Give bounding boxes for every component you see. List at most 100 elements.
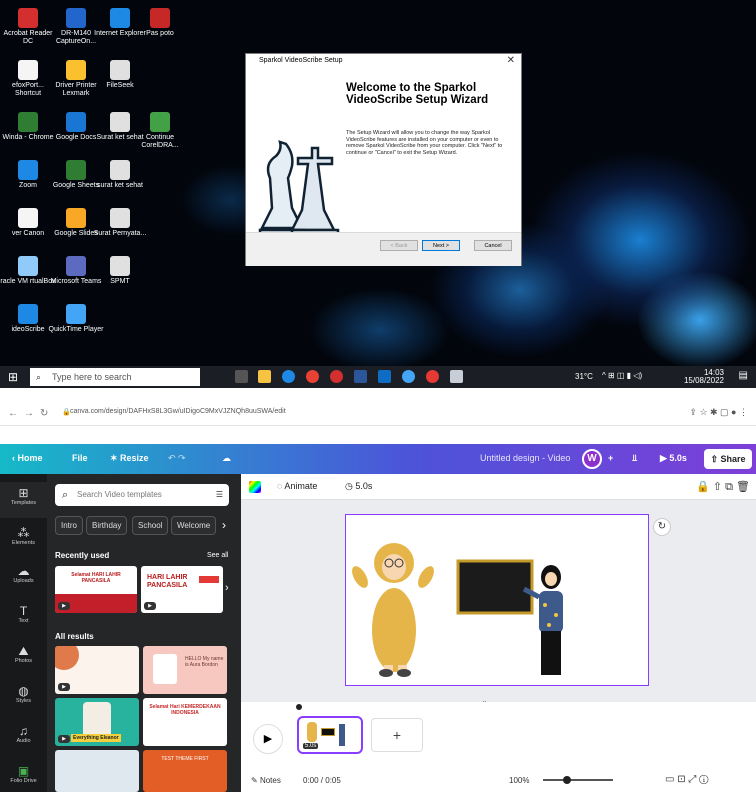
editor-toolbar: ◌ Animate ◷ 5.0s 🔒 ⇧ ⧉ 🗑: [241, 474, 756, 500]
word-icon[interactable]: [354, 370, 367, 383]
rail-elements[interactable]: ⁂ Elements: [0, 526, 47, 546]
rail-styles[interactable]: ◍ Styles: [0, 684, 47, 704]
desktop-icon-label: surat ket sehat: [97, 182, 143, 189]
refresh-icon[interactable]: ↻: [653, 518, 671, 536]
desktop-icon[interactable]: Continue CorelDRA...: [132, 112, 188, 150]
app-icon: [110, 160, 130, 180]
result-thumb-6[interactable]: TEST THEME FIRST: [143, 750, 227, 792]
page-actions-icons[interactable]: 🔒 ⇧ ⧉ 🗑: [696, 480, 750, 494]
play-button[interactable]: ▶ 5.0s: [660, 453, 687, 464]
file-menu[interactable]: File: [72, 453, 88, 463]
play-icon: ▶: [58, 683, 70, 691]
template-search-input[interactable]: ⌕ Search Video templates ☰: [55, 484, 229, 506]
cloud-save-icon[interactable]: ☁: [222, 453, 231, 464]
result-thumb-4[interactable]: Selamat Hari KEMERDEKAAN INDONESIA: [143, 698, 227, 746]
result-thumb-3[interactable]: Everything Eleanor ▶: [55, 698, 139, 746]
taskbar-search[interactable]: ⌕ Type here to search: [30, 368, 200, 386]
next-button[interactable]: Next >: [422, 240, 460, 251]
filter-icon[interactable]: ☰: [216, 484, 223, 506]
result-thumb-2[interactable]: HELLO My name is Aura Bordon: [143, 646, 227, 694]
app-icon: [110, 112, 130, 132]
app4-icon[interactable]: [426, 370, 439, 383]
share-button[interactable]: ⇧ Share: [704, 449, 752, 469]
recent-thumb-1[interactable]: Selamat HARI LAHIR PANCASILA ▶: [55, 566, 137, 613]
animate-button[interactable]: ◌ Animate: [277, 481, 317, 491]
view-controls-icons[interactable]: ▭ ⊡ ⤢ ⓘ: [665, 774, 709, 785]
taskbar: ⊞ ⌕ Type here to search 31°C ^ ⊞ ◫ ▮ ◁) …: [0, 366, 756, 388]
design-title[interactable]: Untitled design - Video: [480, 453, 570, 463]
rail-folio-drive[interactable]: ▣ Folio Drive: [0, 764, 47, 784]
add-people-icon[interactable]: +: [608, 453, 613, 463]
notification-icon[interactable]: ▤: [739, 370, 748, 381]
play-icon: ▶: [144, 602, 156, 610]
close-icon[interactable]: ✕: [507, 55, 515, 66]
add-page-button[interactable]: +: [371, 718, 423, 752]
editor-workarea: ◌ Animate ◷ 5.0s 🔒 ⇧ ⧉ 🗑 ↻ ⌄ ▶ 5.0s + ✎ …: [241, 474, 756, 792]
app3-icon[interactable]: [402, 370, 415, 383]
setup-dialog: Sparkol VideoScribe Setup ✕ Welcome to t…: [245, 53, 522, 266]
timeline-clip[interactable]: 5.0s: [297, 716, 363, 754]
recent-thumb-2[interactable]: HARI LAHIR PANCASILA ▶: [141, 566, 223, 613]
desktop-icon[interactable]: QuickTime Player: [48, 304, 104, 334]
app-icon: [18, 256, 38, 276]
zoom-slider-handle[interactable]: [563, 776, 571, 784]
dialog-body: Welcome to the Sparkol VideoScribe Setup…: [246, 68, 521, 240]
play-icon: ▶: [58, 602, 70, 610]
app-icon[interactable]: [330, 370, 343, 383]
windows-start-icon[interactable]: ⊞: [8, 370, 18, 384]
cancel-button[interactable]: Cancel: [474, 240, 512, 251]
rail-text[interactable]: T Text: [0, 604, 47, 624]
zoom-level[interactable]: 100%: [509, 776, 529, 785]
chrome-icon[interactable]: [306, 370, 319, 383]
app2-icon[interactable]: [378, 370, 391, 383]
undo-redo-icons[interactable]: ↶ ↷: [168, 453, 186, 464]
back-button[interactable]: < Back: [380, 240, 418, 251]
home-button[interactable]: ‹ Home: [12, 453, 43, 463]
dialog-heading: Welcome to the Sparkol VideoScribe Setup…: [346, 82, 489, 106]
result-thumb-1[interactable]: ▶: [55, 646, 139, 694]
chevron-right-icon[interactable]: ›: [225, 582, 229, 594]
chip-school[interactable]: School: [132, 516, 169, 535]
rail-audio[interactable]: ♫ Audio: [0, 724, 47, 744]
desktop-icon[interactable]: SPMT: [92, 256, 148, 286]
nav-buttons[interactable]: ←→↻: [8, 408, 54, 419]
blackboard: [456, 559, 534, 615]
timeline-play-button[interactable]: ▶: [253, 724, 283, 754]
desktop-icon[interactable]: surat ket sehat: [92, 160, 148, 190]
thumb-text: HARI LAHIR PANCASILA: [147, 574, 188, 589]
task-view-icon[interactable]: [235, 370, 248, 383]
browser-actions-icons[interactable]: ⇪ ☆ ✱ ▢ ● ⋮: [689, 407, 748, 418]
weather-text[interactable]: 31°C: [575, 372, 593, 381]
url-text[interactable]: canva.com/design/DAFHxS8L3Gw/uIDigoC9MxV…: [70, 408, 286, 415]
chip-welcome[interactable]: Welcome: [171, 516, 217, 535]
duration-button[interactable]: ◷ 5.0s: [345, 481, 372, 492]
rail-templates[interactable]: ⊞ Templates: [0, 482, 47, 518]
app-icon: [110, 8, 130, 28]
resize-button[interactable]: ✶ Resize: [110, 453, 149, 464]
desktop-icon[interactable]: Surat Pernyata...: [92, 208, 148, 238]
app-icon: [150, 8, 170, 28]
insights-icon[interactable]: ⫫: [632, 453, 637, 464]
desktop-icon[interactable]: Pas poto: [132, 8, 188, 38]
edge-icon[interactable]: [282, 370, 295, 383]
app-icon: [110, 256, 130, 276]
desktop-icon[interactable]: FileSeek: [92, 60, 148, 90]
zoom-slider[interactable]: [543, 776, 613, 784]
notes-button[interactable]: ✎ Notes: [251, 776, 281, 785]
chevron-right-icon[interactable]: ›: [222, 518, 226, 532]
chip-birthday[interactable]: Birthday: [86, 516, 128, 535]
playhead[interactable]: [296, 704, 302, 710]
app5-icon[interactable]: [450, 370, 463, 383]
rail-uploads[interactable]: ☁ Uploads: [0, 564, 47, 584]
design-canvas[interactable]: [345, 514, 649, 686]
color-picker-icon[interactable]: [249, 481, 261, 493]
tray-icons[interactable]: ^ ⊞ ◫ ▮ ◁): [602, 371, 642, 380]
see-all-link[interactable]: See all: [207, 552, 228, 559]
result-thumb-5[interactable]: [55, 750, 139, 792]
file-explorer-icon[interactable]: [258, 370, 271, 383]
avatar[interactable]: W: [582, 449, 602, 469]
chip-intro[interactable]: Intro: [55, 516, 84, 535]
app-icon: [18, 60, 38, 80]
clock[interactable]: 14:03 15/08/2022: [684, 369, 724, 385]
rail-photos[interactable]: ⛰ Photos: [0, 644, 47, 664]
